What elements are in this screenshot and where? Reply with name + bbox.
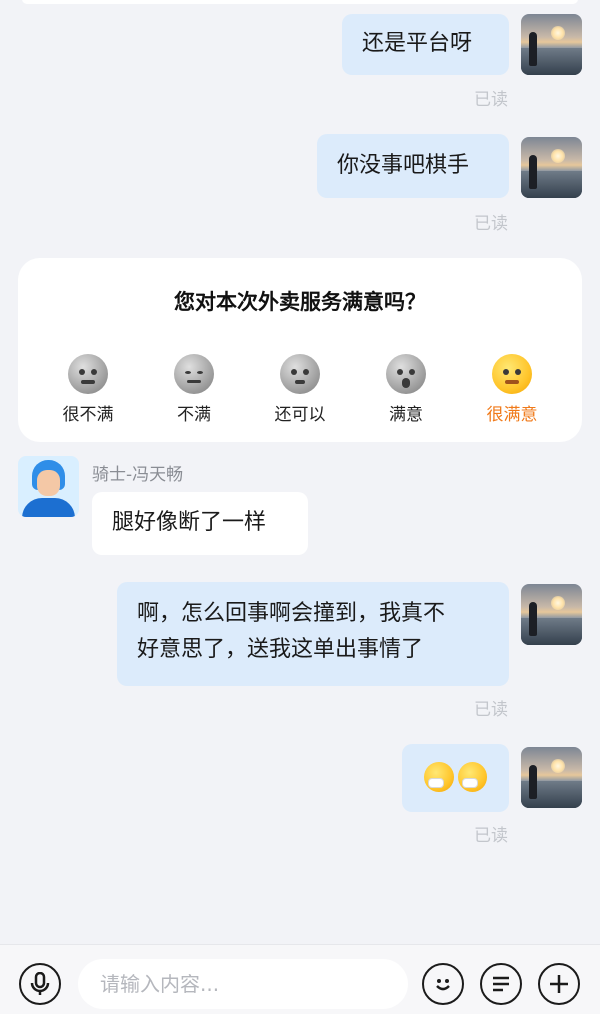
thinking-face-icon xyxy=(492,354,532,394)
voice-input-button[interactable] xyxy=(19,963,61,1005)
smile-icon xyxy=(436,979,450,991)
plus-icon xyxy=(550,975,568,993)
rating-option-ok[interactable]: 还可以 xyxy=(252,354,348,425)
emoji-button[interactable] xyxy=(422,963,464,1005)
neutral-face-icon xyxy=(280,354,320,394)
rider-avatar[interactable] xyxy=(18,456,79,517)
message-bubble-outgoing[interactable]: 啊，怎么回事啊会撞到，我真不 好意思了，送我这单出事情了 xyxy=(117,582,509,686)
message-bubble-outgoing[interactable]: 还是平台呀 xyxy=(342,14,509,75)
my-avatar[interactable] xyxy=(521,747,582,808)
rating-option-label: 还可以 xyxy=(274,405,326,425)
my-avatar[interactable] xyxy=(521,137,582,198)
message-bubble-outgoing[interactable] xyxy=(402,744,509,812)
rating-option-satisfied[interactable]: 满意 xyxy=(358,354,454,425)
angry-face-icon xyxy=(68,354,108,394)
read-status: 已读 xyxy=(474,700,508,720)
message-bubble-outgoing[interactable]: 你没事吧棋手 xyxy=(317,134,509,198)
face-with-medical-mask-icon xyxy=(457,762,487,792)
rating-option-dissatisfied[interactable]: 不满 xyxy=(146,354,242,425)
message-text: 还是平台呀 xyxy=(362,31,473,56)
rating-option-label: 满意 xyxy=(389,405,423,425)
sender-name: 骑士-冯天畅 xyxy=(92,465,184,485)
surprised-face-icon xyxy=(386,354,426,394)
read-status: 已读 xyxy=(474,214,508,234)
more-options-button[interactable] xyxy=(538,963,580,1005)
input-bar xyxy=(0,944,600,1014)
unamused-face-icon xyxy=(174,354,214,394)
read-status: 已读 xyxy=(474,90,508,110)
face-with-medical-mask-icon xyxy=(424,762,454,792)
list-icon xyxy=(493,976,509,992)
quick-reply-button[interactable] xyxy=(480,963,522,1005)
rating-title: 您对本次外卖服务满意吗？ xyxy=(174,290,426,314)
message-input[interactable] xyxy=(78,959,408,1009)
microphone-icon xyxy=(30,972,50,995)
previous-card-edge xyxy=(22,0,578,4)
read-status: 已读 xyxy=(474,826,508,846)
rating-option-very-satisfied[interactable]: 很满意 xyxy=(464,354,560,425)
my-avatar[interactable] xyxy=(521,14,582,75)
message-text-line: 啊，怎么回事啊会撞到，我真不 xyxy=(137,601,446,626)
my-avatar[interactable] xyxy=(521,584,582,645)
message-text-line: 好意思了，送我这单出事情了 xyxy=(137,637,424,662)
rating-option-label: 很满意 xyxy=(486,405,538,425)
message-text: 腿好像断了一样 xyxy=(112,510,267,535)
message-text: 你没事吧棋手 xyxy=(337,153,470,178)
rating-option-very-dissatisfied[interactable]: 很不满 xyxy=(40,354,136,425)
rating-option-label: 不满 xyxy=(177,405,211,425)
rating-option-label: 很不满 xyxy=(62,405,114,425)
message-bubble-incoming[interactable]: 腿好像断了一样 xyxy=(92,492,308,555)
satisfaction-rating-card: 您对本次外卖服务满意吗？ 很不满 不满 还可以 满意 很满意 xyxy=(18,258,582,442)
